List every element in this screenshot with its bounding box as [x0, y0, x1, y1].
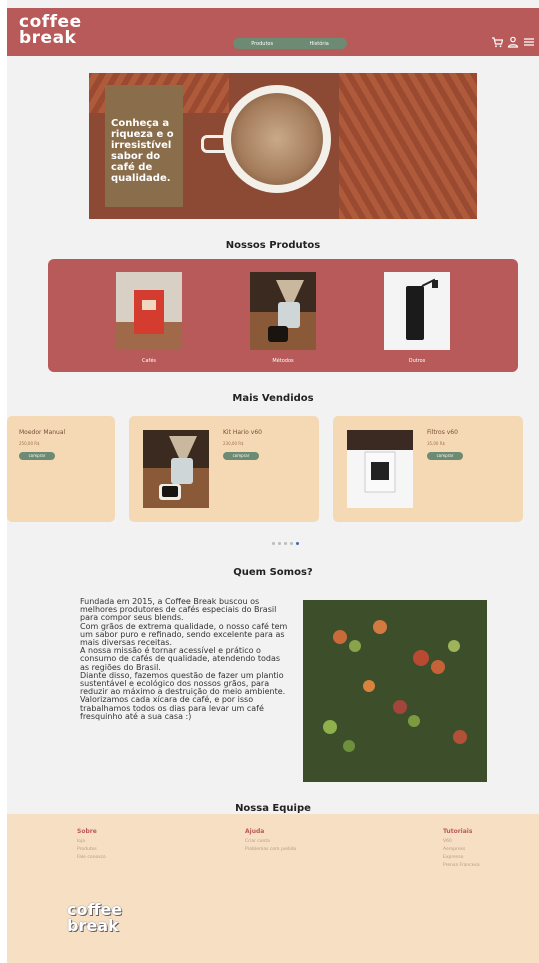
coffee-bag-image: [116, 272, 182, 350]
hero-banner: Conheça a riqueza e o irresistível sabor…: [89, 73, 477, 219]
carousel-dot[interactable]: [284, 542, 287, 545]
kit-hario-image: [143, 430, 209, 508]
footer-logo[interactable]: coffee break: [67, 902, 122, 934]
carousel-dot[interactable]: [290, 542, 293, 545]
header-icons: [491, 36, 535, 48]
footer-heading: Tutoriais: [443, 828, 473, 835]
about-paragraph: Com grãos de extrema qualidade, o nosso …: [80, 621, 288, 648]
buy-button[interactable]: comprar: [427, 452, 463, 460]
site-header: coffee break Produtos História: [7, 8, 539, 56]
main-nav: Produtos História: [233, 38, 347, 49]
about-paragraph: Fundada em 2015, a Coffee Break buscou o…: [80, 597, 277, 623]
footer-link[interactable]: Criar conta: [245, 838, 296, 846]
about-paragraph: Diante disso, fazemos questão de fazer u…: [80, 670, 286, 697]
product-price: 230,00 R$: [223, 441, 244, 446]
footer-column-tutoriais: Tutoriais V60 Aeropress Expresso Prensa …: [443, 828, 480, 870]
site-footer: Sobre loja Produtos Fale conosco Ajuda C…: [7, 814, 539, 963]
carousel-dots: [272, 542, 299, 545]
product-outros[interactable]: Outros: [384, 272, 450, 364]
brewing-method-image: [250, 272, 316, 350]
footer-link[interactable]: Problemas com pedido: [245, 846, 296, 854]
product-name: Moedor Manual: [19, 429, 66, 436]
filters-image: [347, 430, 413, 508]
about-paragraph: Valorizamos cada xícara de café, e por i…: [80, 695, 264, 721]
product-label: Cafés: [142, 358, 156, 364]
product-card: Filtros v60 35,00 R$ comprar: [333, 416, 523, 522]
footer-column-sobre: Sobre loja Produtos Fale conosco: [77, 828, 106, 862]
product-name: Kit Hario v60: [223, 429, 262, 436]
footer-heading: Sobre: [77, 828, 97, 835]
user-icon[interactable]: [507, 36, 519, 48]
grinder-image: [384, 272, 450, 350]
footer-heading: Ajuda: [245, 828, 265, 835]
cart-icon[interactable]: [491, 36, 503, 48]
nav-produtos[interactable]: Produtos: [251, 41, 273, 47]
product-card: Kit Hario v60 230,00 R$ comprar: [129, 416, 319, 522]
knit-background: [339, 73, 477, 219]
about-title: Quem Somos?: [233, 567, 313, 578]
products-title: Nossos Produtos: [225, 240, 321, 251]
carousel-dot[interactable]: [272, 542, 275, 545]
product-price: 250,00 R$: [19, 441, 40, 446]
product-name: Filtros v60: [427, 429, 458, 436]
footer-link[interactable]: Produtos: [77, 846, 106, 854]
footer-column-ajuda: Ajuda Criar conta Problemas com pedido: [245, 828, 296, 854]
carousel-dot[interactable]: [278, 542, 281, 545]
best-sellers-title: Mais Vendidos: [232, 393, 314, 404]
footer-link[interactable]: Expresso: [443, 854, 480, 862]
buy-button[interactable]: comprar: [19, 452, 55, 460]
coffee-surface: [231, 93, 323, 185]
logo[interactable]: coffee break: [19, 14, 82, 48]
product-label: Outros: [408, 358, 426, 364]
footer-link[interactable]: loja: [77, 838, 106, 846]
product-cafes[interactable]: Cafés: [116, 272, 182, 364]
product-metodos[interactable]: Métodos: [250, 272, 316, 364]
product-card: Moedor Manual 250,00 R$ comprar: [7, 416, 115, 522]
nav-historia[interactable]: História: [309, 41, 328, 47]
about-paragraph: A nossa missão é tornar acessível e prát…: [80, 646, 281, 672]
menu-icon[interactable]: [523, 36, 535, 48]
buy-button[interactable]: comprar: [223, 452, 259, 460]
footer-logo-line-2: break: [67, 916, 119, 935]
footer-link[interactable]: Aeropress: [443, 846, 480, 854]
footer-link[interactable]: Prensa Francesa: [443, 862, 480, 870]
page: coffee break Produtos História Conheça a…: [7, 0, 539, 963]
footer-link[interactable]: Fale conosco: [77, 854, 106, 862]
about-text: Fundada em 2015, a Coffee Break buscou o…: [80, 597, 290, 721]
carousel-dot-active[interactable]: [296, 542, 299, 545]
coffee-plant-image: [303, 600, 487, 782]
product-label: Métodos: [272, 358, 294, 364]
hero-text: Conheça a riqueza e o irresistível sabor…: [111, 118, 174, 184]
product-price: 35,00 R$: [427, 441, 446, 446]
footer-link[interactable]: V60: [443, 838, 480, 846]
team-title: Nossa Equipe: [235, 803, 311, 814]
logo-line-2: break: [19, 28, 77, 48]
products-section: Cafés Métodos Outros: [48, 259, 518, 372]
